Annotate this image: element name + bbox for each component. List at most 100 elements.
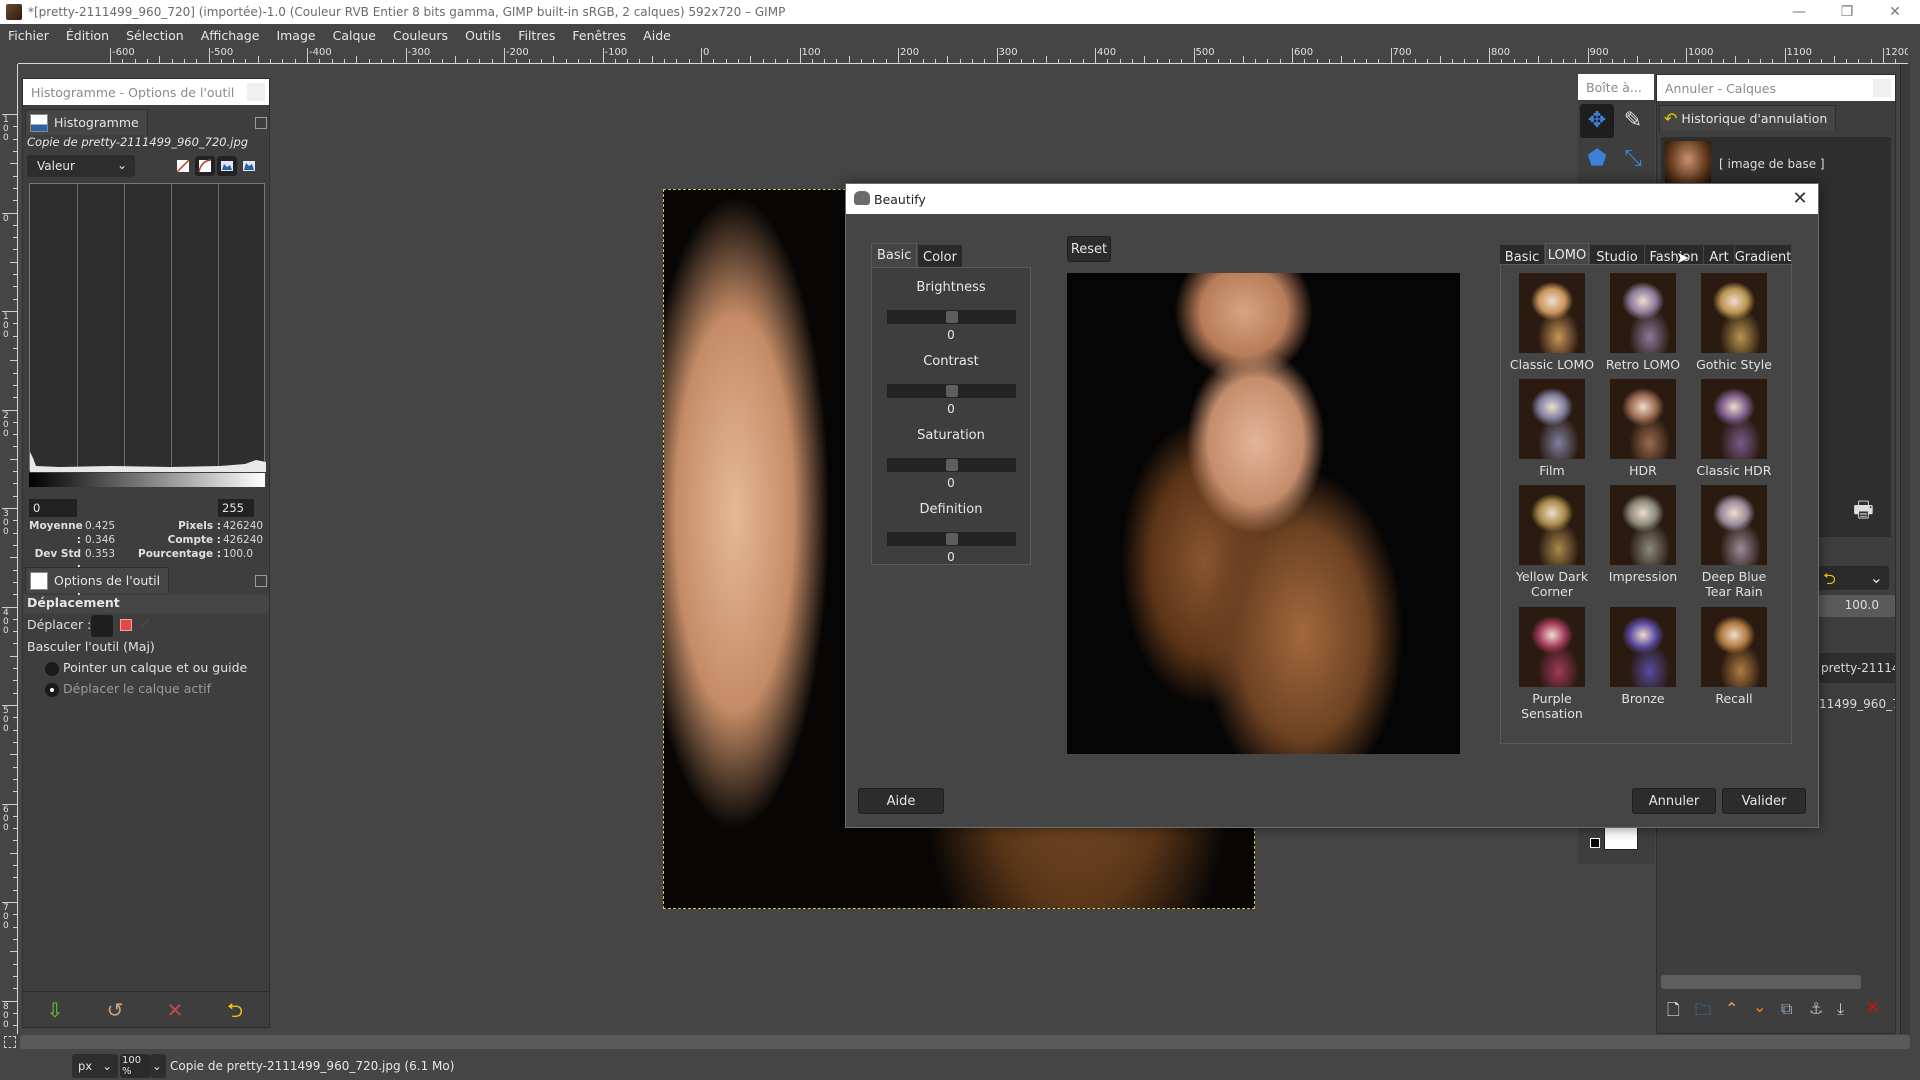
- raise-layer-icon[interactable]: ⌃: [1725, 999, 1738, 1018]
- preset-item[interactable]: Film: [1507, 379, 1597, 478]
- layers-scrollbar[interactable]: [1661, 975, 1861, 989]
- help-button[interactable]: Aide: [858, 788, 944, 814]
- preset-item[interactable]: Classic HDR: [1689, 379, 1779, 478]
- menu-image[interactable]: Image: [268, 28, 324, 43]
- preset-item[interactable]: Recall: [1689, 607, 1779, 706]
- range-max-input[interactable]: 255: [218, 499, 254, 517]
- preset-item[interactable]: HDR: [1598, 379, 1688, 478]
- linear-scale-icon[interactable]: [173, 156, 193, 176]
- cancel-button[interactable]: Annuler: [1632, 788, 1716, 814]
- radio-move-active[interactable]: [45, 683, 59, 697]
- new-layer-icon[interactable]: 🗋: [1667, 999, 1680, 1026]
- slider-thumb[interactable]: [945, 533, 958, 545]
- preset-item[interactable]: Gothic Style: [1689, 273, 1779, 372]
- zoom-input[interactable]: 100 %: [120, 1054, 150, 1078]
- tab-tool-options[interactable]: Options de l'outil: [25, 567, 170, 593]
- zoom-dropdown[interactable]: ⌄: [150, 1054, 166, 1078]
- minimize-button[interactable]: —: [1776, 0, 1822, 24]
- slider-thumb[interactable]: [945, 385, 958, 397]
- clear-history-icon[interactable]: 🖶: [1853, 493, 1874, 531]
- opacity-input[interactable]: 100.0: [1817, 595, 1895, 617]
- new-group-icon[interactable]: 🗀: [1695, 999, 1711, 1026]
- menu-fenetres[interactable]: Fenêtres: [564, 28, 635, 43]
- menu-filtres[interactable]: Filtres: [510, 28, 564, 43]
- dialog-close-button[interactable]: ✕: [1788, 187, 1812, 211]
- anchor-layer-icon[interactable]: ⚓: [1809, 999, 1823, 1018]
- preset-item[interactable]: Classic LOMO: [1507, 273, 1597, 372]
- radio-pick-layer[interactable]: [45, 662, 59, 676]
- transform-tool-icon[interactable]: ⬟: [1580, 142, 1614, 176]
- menu-selection[interactable]: Sélection: [118, 28, 193, 43]
- definition-slider[interactable]: [887, 532, 1016, 546]
- menu-aide[interactable]: Aide: [635, 28, 680, 43]
- tab-menu-arrow-icon[interactable]: [255, 575, 267, 587]
- slider-thumb[interactable]: [945, 459, 958, 471]
- move-layer-icon[interactable]: [91, 615, 113, 637]
- duplicate-layer-icon[interactable]: ⧉: [1781, 999, 1792, 1019]
- lower-layer-icon[interactable]: ⌄: [1753, 997, 1766, 1016]
- scale-tool-icon[interactable]: ⤡: [1616, 142, 1650, 176]
- ruler-minor-tick: [651, 56, 653, 63]
- dock-close-button[interactable]: [247, 83, 265, 101]
- unit-select[interactable]: px ⌄: [72, 1054, 118, 1078]
- merge-layer-icon[interactable]: ⤓: [1837, 999, 1844, 1019]
- preset-item[interactable]: Purple Sensation: [1507, 607, 1597, 721]
- undo-item[interactable]: [ image de base ]: [1719, 157, 1825, 171]
- log-scale-icon[interactable]: [195, 156, 215, 176]
- preset-item[interactable]: Impression: [1598, 485, 1688, 584]
- pencil-tool-icon[interactable]: ✎: [1616, 104, 1650, 138]
- histogram-mode-2-icon[interactable]: [239, 156, 259, 176]
- move-tool-icon[interactable]: ✥: [1580, 104, 1614, 138]
- menu-couleurs[interactable]: Couleurs: [385, 28, 457, 43]
- quick-mask-icon[interactable]: [4, 1036, 16, 1048]
- ruler-minor-tick: [13, 889, 17, 891]
- delete-layer-icon[interactable]: ✕: [1865, 997, 1880, 1018]
- reset-options-icon[interactable]: ⮌: [223, 998, 247, 1022]
- layer-row[interactable]: 11499_960_7: [1817, 693, 1895, 717]
- move-path-icon[interactable]: ⟋: [141, 617, 149, 632]
- preset-thumbnail: [1519, 607, 1585, 687]
- histogram-channel-select[interactable]: Valeur ⌄: [27, 155, 135, 177]
- move-selection-icon[interactable]: [120, 619, 132, 631]
- preset-item[interactable]: Retro LOMO: [1598, 273, 1688, 372]
- tab-basic[interactable]: Basic: [871, 243, 918, 267]
- reset-button[interactable]: Reset: [1067, 236, 1111, 262]
- restore-options-icon[interactable]: ↺: [103, 998, 127, 1022]
- tab-menu-arrow-icon[interactable]: [255, 117, 267, 129]
- ruler-minor-tick: [13, 643, 17, 645]
- preset-item[interactable]: Deep Blue Tear Rain: [1689, 485, 1779, 599]
- radio-move-active-label[interactable]: Déplacer le calque actif: [63, 681, 211, 696]
- saturation-slider[interactable]: [887, 458, 1016, 472]
- save-options-icon[interactable]: ⇩: [43, 998, 67, 1022]
- tab-histogram[interactable]: Histogramme: [25, 109, 148, 135]
- vertical-ruler[interactable]: 100 0 100 200 300 400 500 600 700 800: [0, 64, 18, 1034]
- menu-edition[interactable]: Édition: [58, 28, 118, 43]
- ok-button[interactable]: Valider: [1722, 788, 1806, 814]
- preset-item[interactable]: Yellow Dark Corner: [1507, 485, 1597, 599]
- close-window-button[interactable]: ✕: [1872, 0, 1918, 24]
- tab-undo-history[interactable]: ↶ Historique d'annulation: [1659, 105, 1837, 131]
- radio-pick-layer-label[interactable]: Pointer un calque et ou guide: [63, 660, 247, 675]
- lock-select[interactable]: ⮌ ⌄: [1817, 566, 1889, 590]
- menu-outils[interactable]: Outils: [457, 28, 510, 43]
- contrast-slider[interactable]: [887, 384, 1016, 398]
- menu-affichage[interactable]: Affichage: [193, 28, 269, 43]
- restore-button[interactable]: ❐: [1824, 0, 1870, 24]
- brightness-slider[interactable]: [887, 310, 1016, 324]
- right-scrollbar[interactable]: [1900, 64, 1910, 1034]
- histogram-mode-1-icon[interactable]: [217, 156, 237, 176]
- fg-bg-colors[interactable]: [1590, 824, 1640, 854]
- menu-calque[interactable]: Calque: [325, 28, 385, 43]
- layer-row[interactable]: pretty-21114: [1817, 653, 1895, 683]
- horizontal-scrollbar[interactable]: [20, 1035, 1910, 1049]
- dock-close-button[interactable]: [1873, 79, 1891, 97]
- range-min-input[interactable]: 0: [29, 499, 77, 517]
- horizontal-ruler[interactable]: -600 -500 -400 -300 -200 -100 0 100 200 300 400 500…: [18, 46, 1908, 64]
- delete-options-icon[interactable]: ✕: [163, 998, 187, 1022]
- menu-fichier[interactable]: Fichier: [0, 28, 58, 43]
- slider-thumb[interactable]: [945, 311, 958, 323]
- histogram-graph[interactable]: [29, 183, 266, 472]
- ruler-minor-tick: [934, 59, 936, 63]
- tab-color[interactable]: Color: [918, 245, 962, 269]
- preset-item[interactable]: Bronze: [1598, 607, 1688, 706]
